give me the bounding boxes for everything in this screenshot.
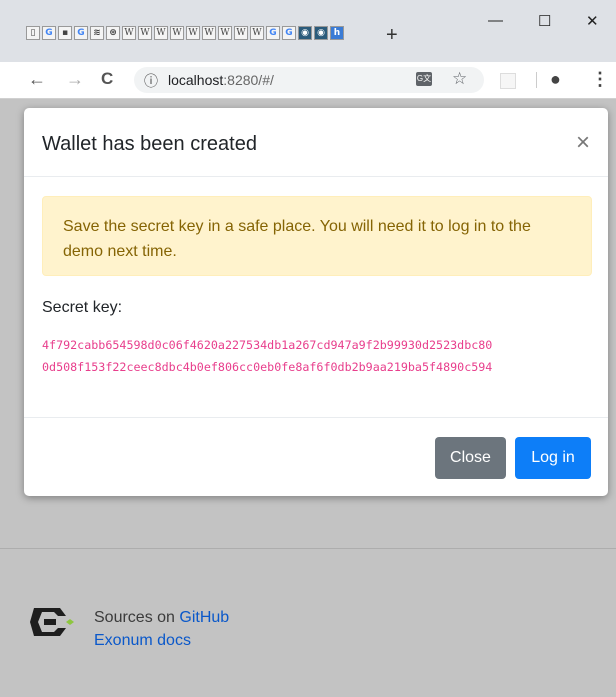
github-link[interactable]: GitHub (179, 609, 229, 626)
tab-favicon-icon[interactable]: W (202, 26, 216, 40)
profile-icon[interactable]: ● (550, 69, 561, 90)
tab-favicon-icon[interactable]: h (330, 26, 344, 40)
url-host: localhost (168, 72, 224, 88)
secret-key-value: 4f792cabb654598d0c06f4620a227534db1a267c… (42, 334, 602, 378)
wallet-created-modal: Wallet has been created × Save the secre… (24, 108, 608, 496)
address-bar[interactable]: ⓘ localhost:8280/#/ G文 ☆ (134, 67, 484, 93)
toolbar-divider (536, 72, 537, 88)
close-button[interactable]: Close (435, 437, 506, 479)
footer-links: Sources on GitHub Exonum docs (94, 606, 229, 652)
menu-icon[interactable]: ⋮ (591, 69, 609, 90)
tab-favicon-icon[interactable]: W (170, 26, 184, 40)
maximize-button[interactable]: ☐ (538, 12, 551, 30)
tab-favicon-icon[interactable]: ▪ (58, 26, 72, 40)
modal-title: Wallet has been created (42, 133, 257, 155)
reload-icon[interactable]: C (101, 69, 113, 89)
tab-favicon-icon[interactable]: G (282, 26, 296, 40)
tab-favicon-icon[interactable]: G (266, 26, 280, 40)
tab-favicon-icon[interactable]: ◉ (314, 26, 328, 40)
new-tab-button[interactable]: + (386, 25, 398, 45)
tab-favicon-icon[interactable]: ▯ (26, 26, 40, 40)
tab-favicon-icon[interactable]: ⊛ (106, 26, 120, 40)
tab-strip[interactable]: ▯ G ▪ G ≋ ⊛ W W W W W W W W W G G ◉ ◉ h (26, 26, 344, 40)
tab-favicon-icon[interactable]: G (42, 26, 56, 40)
url-text[interactable]: localhost:8280/#/ (168, 72, 274, 88)
modal-close-icon[interactable]: × (576, 129, 590, 157)
browser-toolbar: ← → C ⓘ localhost:8280/#/ G文 ☆ ● ⋮ (0, 62, 616, 99)
close-window-button[interactable]: ✕ (586, 12, 599, 30)
secret-key-label: Secret key: (42, 299, 123, 316)
url-path: :8280/#/ (223, 72, 274, 88)
tab-favicon-icon[interactable]: W (218, 26, 232, 40)
minimize-button[interactable]: — (488, 12, 503, 29)
footer-sources-prefix: Sources on (94, 609, 180, 626)
info-icon[interactable]: ⓘ (144, 71, 158, 91)
forward-icon[interactable]: → (66, 69, 84, 90)
exonum-docs-link[interactable]: Exonum docs (94, 629, 229, 652)
tab-favicon-icon[interactable]: W (138, 26, 152, 40)
tab-favicon-icon[interactable]: G (74, 26, 88, 40)
browser-titlebar: ▯ G ▪ G ≋ ⊛ W W W W W W W W W G G ◉ ◉ h + — ☐ ✕ (0, 0, 616, 62)
back-icon[interactable]: ← (28, 69, 46, 90)
footer-sources-line: Sources on GitHub (94, 606, 229, 629)
tab-favicon-icon[interactable]: W (186, 26, 200, 40)
secret-key-line: 0d508f153f22ceec8dbc4b0ef806cc0eb0fe8af6… (42, 360, 493, 374)
tab-favicon-icon[interactable]: ◉ (298, 26, 312, 40)
exonum-logo-icon (30, 608, 74, 636)
translate-icon[interactable]: G文 (416, 72, 432, 86)
modal-header: Wallet has been created × (24, 108, 608, 177)
bookmark-star-icon[interactable]: ☆ (452, 69, 467, 89)
warning-alert: Save the secret key in a safe place. You… (42, 196, 592, 276)
tab-favicon-icon[interactable]: W (122, 26, 136, 40)
tab-favicon-icon[interactable]: W (234, 26, 248, 40)
footer-divider (0, 548, 616, 549)
tab-favicon-icon[interactable]: ≋ (90, 26, 104, 40)
tab-favicon-icon[interactable]: W (250, 26, 264, 40)
secret-key-line: 4f792cabb654598d0c06f4620a227534db1a267c… (42, 338, 493, 352)
extension-icon[interactable] (500, 73, 516, 89)
login-button[interactable]: Log in (515, 437, 591, 479)
tab-favicon-icon[interactable]: W (154, 26, 168, 40)
modal-footer: Close Log in (24, 417, 608, 497)
